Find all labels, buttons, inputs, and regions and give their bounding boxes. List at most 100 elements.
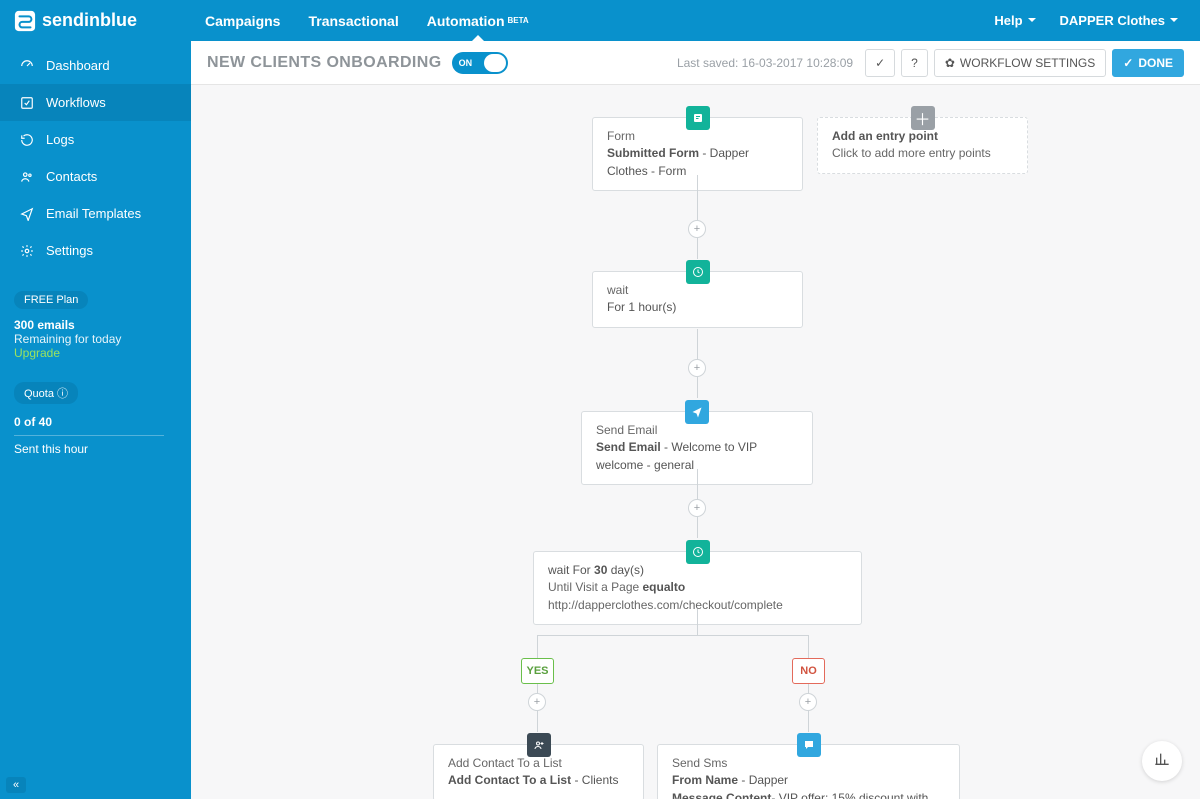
branch-no[interactable]: NO [792, 658, 825, 684]
quota-pill[interactable]: Quota ⓘ [14, 382, 78, 404]
add-step-button[interactable]: + [688, 220, 706, 238]
check-icon: ✓ [875, 56, 885, 70]
send-icon [18, 207, 36, 221]
sidebar: Dashboard Workflows Logs Contacts Email … [0, 41, 191, 799]
connector [697, 175, 698, 220]
connector [808, 635, 809, 658]
help-button[interactable]: ? [901, 49, 928, 77]
add-step-button[interactable]: + [528, 693, 546, 711]
workflow-icon [18, 96, 36, 110]
brand-icon [14, 10, 36, 32]
connector [697, 238, 698, 259]
connector [537, 635, 809, 636]
connector [697, 609, 698, 635]
sidebar-item-label: Settings [46, 243, 93, 258]
topnav-automation[interactable]: AutomationBETA [413, 0, 543, 41]
chevron-left-icon: « [13, 779, 19, 791]
toggle-label: ON [459, 58, 473, 68]
page-header: NEW CLIENTS ONBOARDING ON Last saved: 16… [191, 41, 1200, 85]
account-dropdown[interactable]: DAPPER Clothes [1048, 13, 1190, 28]
sidebar-item-dashboard[interactable]: Dashboard [0, 47, 191, 84]
sidebar-item-settings[interactable]: Settings [0, 232, 191, 269]
node-add-to-list[interactable]: Add Contact To a List Add Contact To a L… [433, 744, 644, 799]
workflow-toggle[interactable]: ON [452, 52, 508, 74]
upgrade-link[interactable]: Upgrade [14, 346, 177, 360]
last-saved: Last saved: 16-03-2017 10:28:09 [677, 56, 853, 70]
connector [537, 711, 538, 732]
chevron-down-icon [1170, 18, 1178, 26]
plan-box: FREE Plan 300 emails Remaining for today… [14, 291, 177, 360]
sidebar-item-label: Dashboard [46, 58, 110, 73]
topnav-campaigns[interactable]: Campaigns [191, 0, 294, 41]
connector [697, 377, 698, 398]
toggle-pill: ON [452, 52, 508, 74]
history-icon [18, 133, 36, 147]
stats-button[interactable] [1142, 741, 1182, 781]
save-button[interactable]: ✓ [865, 49, 895, 77]
workflow-settings-button[interactable]: ✿WORKFLOW SETTINGS [934, 49, 1106, 77]
workflow-canvas[interactable]: Form Submitted Form - Dapper Clothes - F… [191, 85, 1200, 799]
quota-box: Quota ⓘ 0 of 40 Sent this hour [14, 382, 177, 456]
collapse-sidebar-button[interactable]: « [6, 777, 26, 793]
node-detail: Message Content- VIP offer: 15% discount… [672, 790, 945, 799]
node-label: Add Contact To a List [448, 755, 629, 772]
form-icon [686, 106, 710, 130]
sidebar-item-label: Email Templates [46, 206, 141, 221]
wait-icon [686, 260, 710, 284]
sidebar-item-logs[interactable]: Logs [0, 121, 191, 158]
gear-icon: ✿ [945, 56, 955, 70]
connector [697, 329, 698, 359]
sidebar-item-workflows[interactable]: Workflows [0, 84, 191, 121]
topnav: Campaigns Transactional AutomationBETA [191, 0, 543, 41]
connector [537, 635, 538, 658]
add-contact-icon [527, 733, 551, 757]
chevron-down-icon [1028, 18, 1036, 26]
toggle-knob [484, 54, 506, 72]
sidebar-item-label: Logs [46, 132, 74, 147]
plus-icon: ＋ [911, 106, 935, 130]
node-detail: From Name - Dapper [672, 772, 945, 789]
node-label: Send Sms [672, 755, 945, 772]
topnav-transactional[interactable]: Transactional [294, 0, 412, 41]
help-icon: ? [911, 56, 918, 70]
node-label: Form [607, 128, 788, 145]
sidebar-item-contacts[interactable]: Contacts [0, 158, 191, 195]
brand-logo[interactable]: sendinblue [0, 10, 191, 32]
topbar: sendinblue Campaigns Transactional Autom… [0, 0, 1200, 41]
done-button[interactable]: ✓DONE [1112, 49, 1184, 77]
add-step-button[interactable]: + [688, 499, 706, 517]
quota-count: 0 of 40 [14, 415, 177, 429]
connector [697, 469, 698, 499]
dashboard-icon [18, 59, 36, 73]
plan-pill[interactable]: FREE Plan [14, 291, 88, 309]
check-icon: ✓ [1123, 56, 1133, 70]
add-step-button[interactable]: + [799, 693, 817, 711]
add-step-button[interactable]: + [688, 359, 706, 377]
node-label: Send Email [596, 422, 798, 439]
topbar-right: Help DAPPER Clothes [982, 0, 1200, 41]
divider [14, 435, 164, 436]
gear-icon [18, 244, 36, 258]
page-header-right: Last saved: 16-03-2017 10:28:09 ✓ ? ✿WOR… [677, 49, 1184, 77]
sidebar-item-templates[interactable]: Email Templates [0, 195, 191, 232]
users-icon [18, 170, 36, 184]
connector [697, 517, 698, 538]
node-detail: Click to add more entry points [832, 145, 1013, 162]
sidebar-item-label: Contacts [46, 169, 97, 184]
plan-sub: Remaining for today [14, 332, 177, 346]
node-detail: For 1 hour(s) [607, 299, 788, 316]
wait-icon [686, 540, 710, 564]
branch-yes[interactable]: YES [521, 658, 554, 684]
node-add-entry[interactable]: ＋ Add an entry point Click to add more e… [817, 117, 1028, 174]
node-send-sms[interactable]: Send Sms From Name - Dapper Message Cont… [657, 744, 960, 799]
plan-count: 300 emails [14, 318, 177, 332]
help-dropdown[interactable]: Help [982, 13, 1047, 28]
workflow-title: NEW CLIENTS ONBOARDING [207, 54, 442, 72]
brand-name: sendinblue [42, 10, 137, 31]
node-label: Add an entry point [832, 128, 1013, 145]
node-wait-1[interactable]: wait For 1 hour(s) [592, 271, 803, 328]
connector [808, 711, 809, 732]
node-detail: Add Contact To a List - Clients [448, 772, 629, 789]
node-label: wait For 30 day(s) [548, 562, 847, 579]
send-icon [685, 400, 709, 424]
